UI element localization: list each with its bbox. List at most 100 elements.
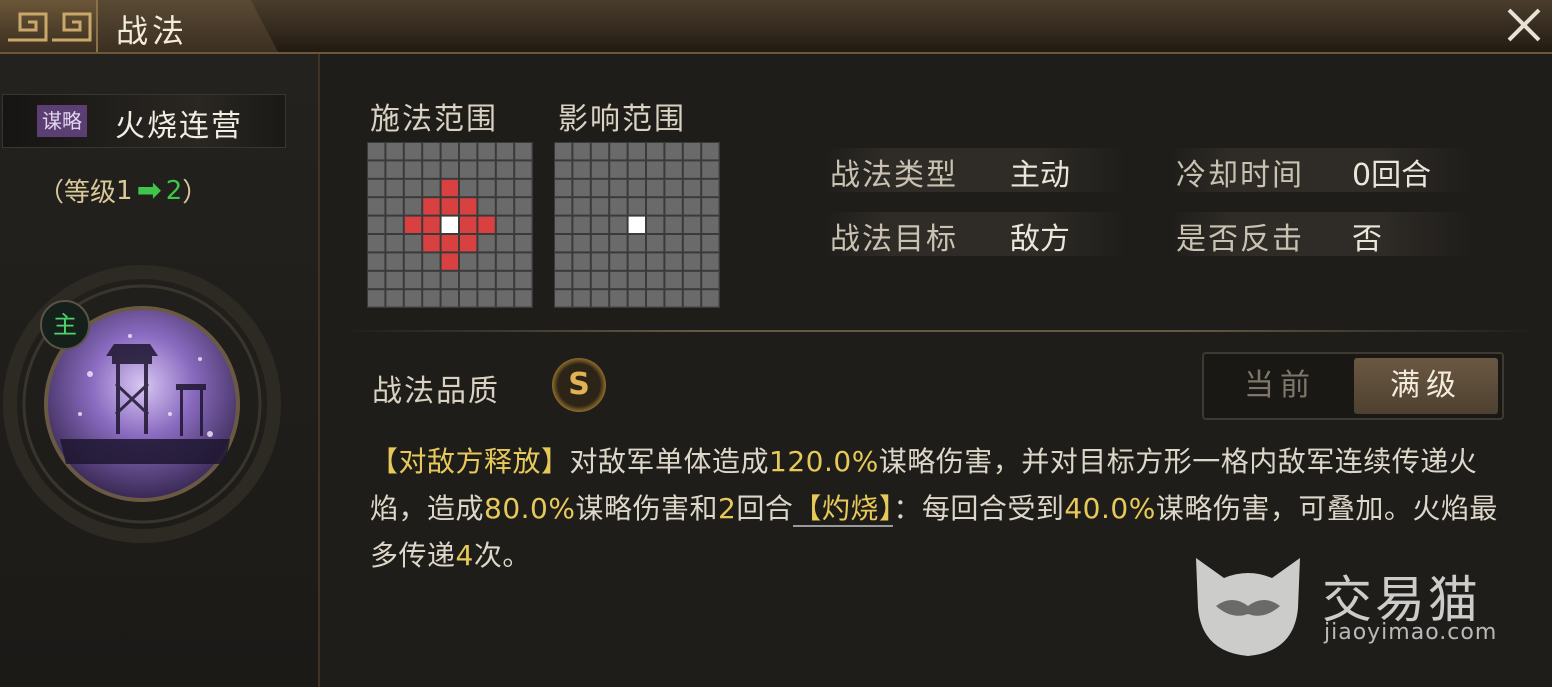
grid-cell (573, 290, 590, 307)
grid-cell (555, 198, 572, 215)
burn-status-link[interactable]: 【灼烧】 (793, 492, 894, 527)
grid-cell (478, 179, 495, 197)
grid-cell (647, 253, 664, 270)
grid-cell (404, 143, 422, 160)
grid-cell (591, 235, 609, 252)
grid-cell (404, 235, 422, 252)
skill-name: 火烧连营 (115, 109, 243, 144)
grid-cell (478, 198, 495, 215)
grid-cell (610, 161, 627, 178)
grid-cell (702, 290, 719, 307)
grid-cell (628, 253, 645, 270)
grid-cell (496, 216, 514, 233)
grid-center-cell (628, 216, 645, 233)
grid-center-cell (441, 216, 458, 233)
cooldown-label: 冷却时间 (1176, 158, 1304, 193)
grid-cell (647, 216, 664, 233)
grid-cell (573, 235, 590, 252)
desc-text: 次。 (473, 539, 531, 572)
level-view-toggle: 当前 满级 (1202, 352, 1504, 420)
grid-cell (591, 271, 609, 289)
skill-name-plate: 谋略 火烧连营 (2, 94, 286, 148)
skill-description: 【对敌方释放】对敌军单体造成120.0%谋略伤害，并对目标方形一格内敌军连续传递… (370, 438, 1510, 579)
grid-cell (573, 198, 590, 215)
grid-cell (683, 161, 701, 178)
level-from: 1 (116, 175, 133, 206)
grid-cell (478, 271, 495, 289)
grid-cell (515, 253, 532, 270)
grid-cell (515, 179, 532, 197)
grid-cell (591, 198, 609, 215)
grid-cell (515, 198, 532, 215)
grid-cell (591, 161, 609, 178)
grid-cell (441, 235, 458, 252)
grid-cell (665, 271, 682, 289)
grid-cell (423, 143, 440, 160)
level-to: 2 (165, 175, 183, 206)
grid-cell (423, 161, 440, 178)
grid-cell (683, 216, 701, 233)
grid-cell (665, 290, 682, 307)
desc-target-tag: 【对敌方释放】 (370, 445, 570, 478)
max-level-tab[interactable]: 满级 (1354, 358, 1498, 414)
desc-value: 2 (717, 492, 737, 525)
grid-cell (386, 290, 403, 307)
grid-cell (368, 216, 385, 233)
grid-cell (515, 143, 532, 160)
grid-cell (591, 290, 609, 307)
cooldown-value: 0回合 (1352, 158, 1432, 193)
grid-cell (647, 290, 664, 307)
grid-cell (460, 198, 477, 215)
grid-cell (555, 216, 572, 233)
grid-cell (665, 216, 682, 233)
desc-value: 80.0% (484, 492, 576, 525)
grid-cell (386, 235, 403, 252)
grid-cell (683, 198, 701, 215)
grid-cell (423, 271, 440, 289)
close-button[interactable] (1500, 2, 1548, 48)
main-skill-badge: 主 (40, 300, 90, 350)
grid-cell (702, 198, 719, 215)
grid-cell (647, 235, 664, 252)
grid-cell (423, 235, 440, 252)
grid-cell (591, 179, 609, 197)
window-title: 战法 (116, 12, 189, 50)
quality-grade-badge: S (552, 358, 606, 412)
current-level-tab[interactable]: 当前 (1208, 358, 1352, 414)
grid-cell (460, 253, 477, 270)
grid-cell (478, 290, 495, 307)
cast-range-label: 施法范围 (370, 102, 498, 137)
grid-cell (628, 235, 645, 252)
grid-cell (478, 216, 495, 233)
grid-cell (423, 253, 440, 270)
grid-cell (386, 216, 403, 233)
grid-cell (423, 290, 440, 307)
desc-value: 120.0% (769, 445, 879, 478)
grid-cell (610, 235, 627, 252)
effect-range-label: 影响范围 (558, 102, 686, 137)
grid-cell (647, 271, 664, 289)
grid-cell (515, 161, 532, 178)
grid-cell (496, 161, 514, 178)
grid-cell (573, 161, 590, 178)
grid-cell (683, 143, 701, 160)
grid-cell (404, 161, 422, 178)
grid-cell (460, 179, 477, 197)
grid-cell (460, 235, 477, 252)
grid-cell (610, 179, 627, 197)
grid-cell (702, 235, 719, 252)
grid-cell (647, 198, 664, 215)
grid-cell (404, 179, 422, 197)
grid-cell (478, 253, 495, 270)
grid-cell (665, 161, 682, 178)
grid-cell (573, 143, 590, 160)
desc-value: 40.0% (1064, 492, 1156, 525)
grid-cell (555, 143, 572, 160)
grid-cell (647, 179, 664, 197)
grid-cell (515, 290, 532, 307)
grid-cell (628, 290, 645, 307)
grid-cell (478, 143, 495, 160)
title-ornament (0, 0, 100, 52)
grid-cell (628, 161, 645, 178)
grid-cell (628, 143, 645, 160)
